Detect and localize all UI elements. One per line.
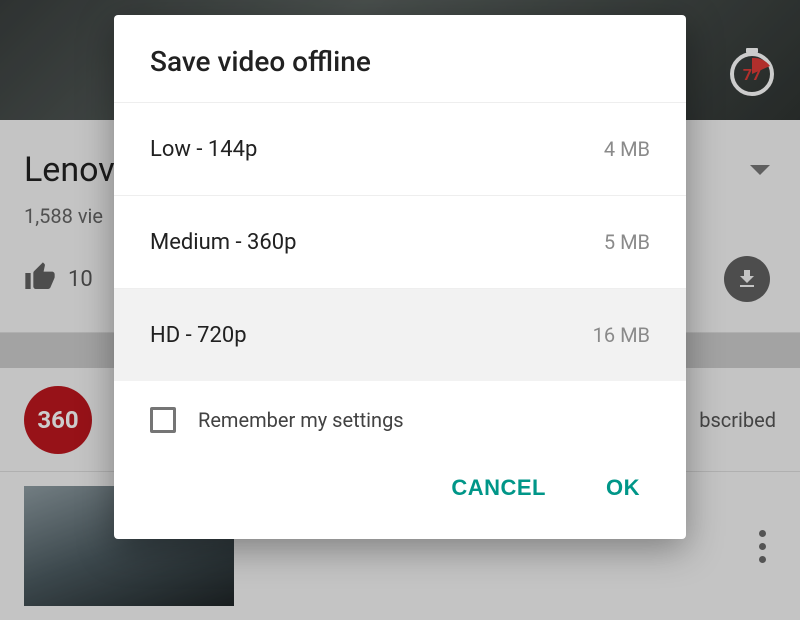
remember-settings-row[interactable]: Remember my settings xyxy=(114,381,686,443)
ok-button[interactable]: OK xyxy=(600,467,646,509)
quality-label: HD - 720p xyxy=(150,323,247,348)
quality-size: 5 MB xyxy=(604,230,650,254)
dialog-button-row: CANCEL OK xyxy=(114,443,686,539)
remember-checkbox[interactable] xyxy=(150,407,176,433)
dialog-title: Save video offline xyxy=(114,15,686,102)
quality-size: 4 MB xyxy=(604,137,650,161)
quality-option-hd[interactable]: HD - 720p 16 MB xyxy=(114,288,686,381)
quality-label: Medium - 360p xyxy=(150,230,297,255)
quality-size: 16 MB xyxy=(593,323,650,347)
quality-option-medium[interactable]: Medium - 360p 5 MB xyxy=(114,195,686,288)
remember-label: Remember my settings xyxy=(198,408,404,432)
cancel-button[interactable]: CANCEL xyxy=(445,467,552,509)
save-offline-dialog: Save video offline Low - 144p 4 MB Mediu… xyxy=(114,15,686,539)
quality-option-low[interactable]: Low - 144p 4 MB xyxy=(114,102,686,195)
quality-label: Low - 144p xyxy=(150,137,257,162)
